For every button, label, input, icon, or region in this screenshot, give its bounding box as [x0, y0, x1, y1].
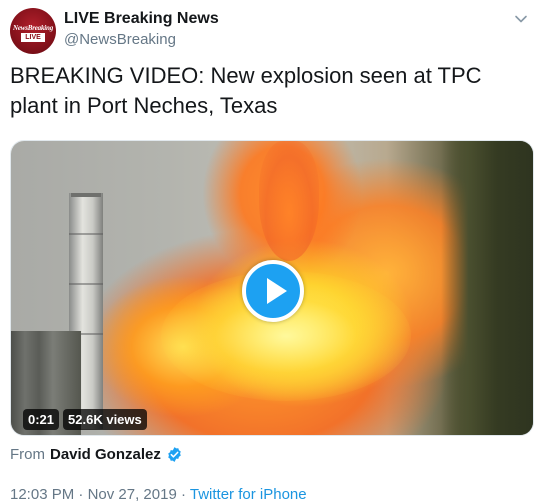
tweet-text: BREAKING VIDEO: New explosion seen at TP…: [10, 63, 482, 118]
trees-shape: [441, 141, 533, 435]
play-icon[interactable]: [242, 260, 304, 322]
avatar-logo-top: NewsBreaking: [13, 24, 53, 32]
tweet-date[interactable]: Nov 27, 2019: [88, 486, 177, 502]
views-badge: 52.6K views: [63, 409, 147, 430]
client-app-link[interactable]: Twitter for iPhone: [190, 486, 307, 502]
chevron-down-icon[interactable]: [514, 12, 528, 26]
source-author[interactable]: David Gonzalez: [50, 446, 161, 463]
account-name[interactable]: LIVE Breaking News: [64, 10, 219, 28]
tweet-time[interactable]: 12:03 PM: [10, 486, 74, 502]
video-badges: 0:21 52.6K views: [23, 409, 147, 430]
account-handle[interactable]: @NewsBreaking: [64, 31, 176, 48]
fire-plume-shape: [259, 141, 319, 261]
verified-badge-icon: [168, 447, 181, 462]
tweet-meta: 12:03 PM · Nov 27, 2019 · Twitter for iP…: [10, 486, 307, 502]
duration-badge: 0:21: [23, 409, 60, 430]
video-player[interactable]: 0:21 52.6K views: [10, 140, 534, 436]
meta-separator: ·: [180, 486, 186, 502]
source-attribution: From David Gonzalez: [10, 446, 183, 463]
avatar[interactable]: NewsBreaking LIVE: [10, 8, 56, 54]
tweet-header: NewsBreaking LIVE LIVE Breaking News @Ne…: [10, 8, 532, 54]
avatar-logo-bottom: LIVE: [21, 33, 45, 42]
source-prefix: From: [10, 446, 45, 463]
meta-separator: ·: [78, 486, 84, 502]
